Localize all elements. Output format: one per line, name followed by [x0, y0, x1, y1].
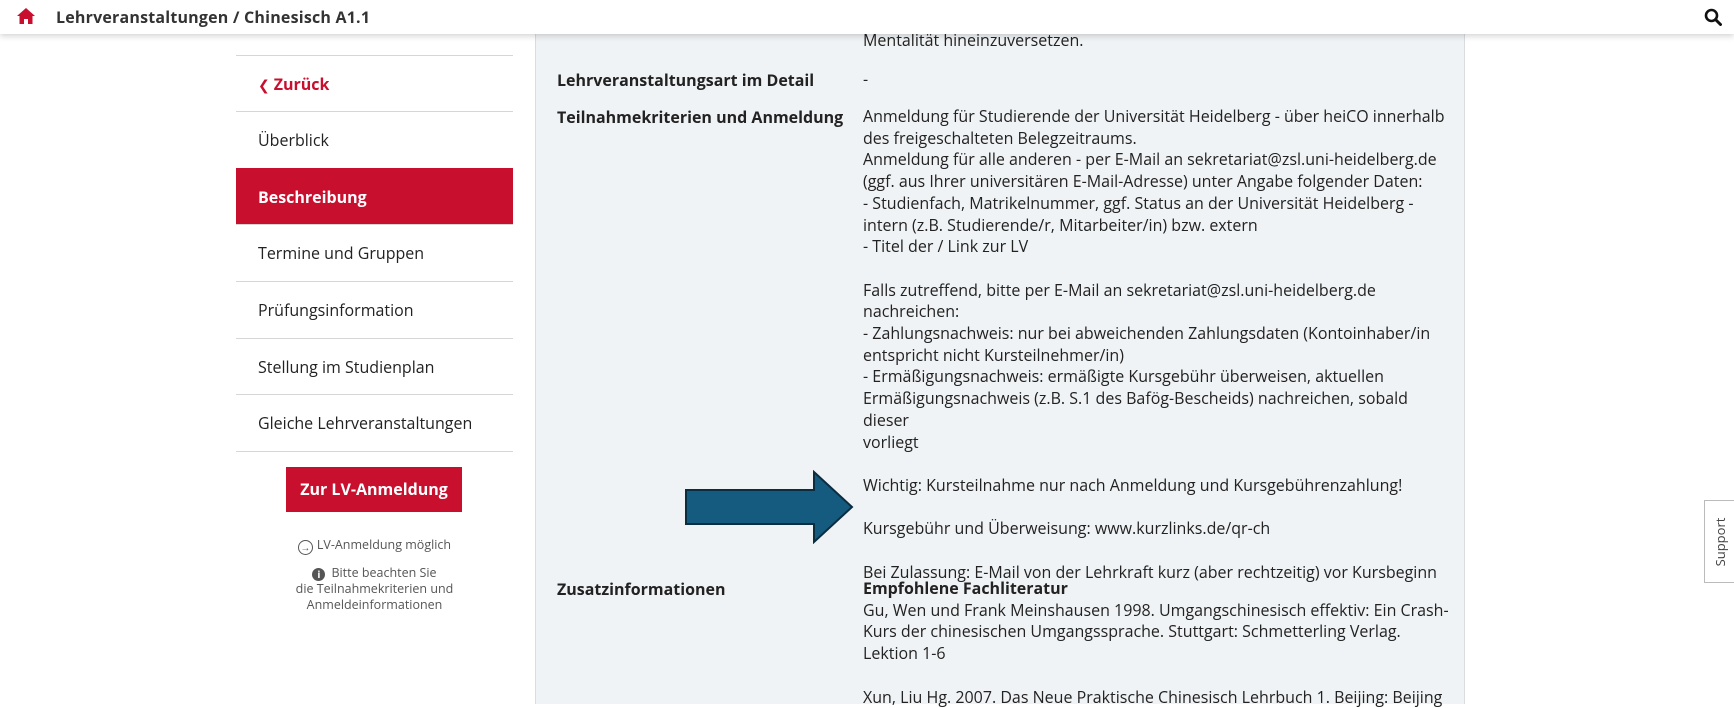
row-label-additional: Zusatzinformationen [557, 578, 726, 600]
arrow-circle-icon: → [298, 540, 313, 555]
literature-line: Xun, Liu Hg. 2007. Das Neue Praktische C… [863, 687, 1453, 708]
participation-line: Anmeldung für Studierende der Universitä… [863, 106, 1453, 128]
participation-line: - Titel der / Link zur LV [863, 236, 1453, 258]
participation-line: Ermäßigungsnachweis (z.B. S.1 des Bafög-… [863, 388, 1453, 431]
participation-line [863, 540, 1453, 562]
participation-line [863, 258, 1453, 280]
sidebar-item-exam-info[interactable]: Prüfungsinformation [236, 281, 513, 337]
sidebar-item-description[interactable]: Beschreibung [236, 168, 513, 224]
participation-line: Anmeldung für alle anderen - per E-Mail … [863, 149, 1453, 171]
sidebar-item-similar-courses[interactable]: Gleiche Lehrveranstaltungen [236, 394, 513, 450]
breadcrumb[interactable]: Lehrveranstaltungen / Chinesisch A1.1 [56, 6, 370, 28]
participation-line: - Ermäßigungsnachweis: ermäßigte Kursgeb… [863, 366, 1453, 388]
registration-note: iBitte beachten Sie die Teilnahmekriteri… [236, 565, 513, 613]
search-icon[interactable] [1704, 8, 1722, 26]
registration-status: → LV-Anmeldung möglich [236, 537, 513, 555]
back-label: Zurück [274, 73, 330, 95]
note-line-2: die Teilnahmekriterien und [296, 580, 454, 597]
back-link[interactable]: ❮Zurück [236, 55, 513, 111]
note-line-1: Bitte beachten Sie [331, 564, 436, 581]
sidebar-item-overview[interactable]: Überblick [236, 111, 513, 167]
course-registration-button[interactable]: Zur LV-Anmeldung [286, 467, 462, 512]
support-label: Support [1711, 517, 1729, 566]
participation-line: vorliegt [863, 432, 1453, 454]
home-icon[interactable] [17, 8, 35, 24]
participation-line: - Zahlungsnachweis: nur bei abweichenden… [863, 323, 1453, 345]
chevron-left-icon: ❮ [258, 76, 270, 95]
row-label-participation: Teilnahmekriterien und Anmeldung [557, 106, 843, 128]
top-bar: Lehrveranstaltungen / Chinesisch A1.1 [0, 0, 1734, 34]
participation-line: intern (z.B. Studierende/r, Mitarbeiter/… [863, 215, 1453, 237]
row-value-type: - [863, 69, 1453, 91]
literature-line: Kurs der chinesischen Umgangssprache. St… [863, 621, 1453, 643]
participation-line: Wichtig: Kursteilnahme nur nach Anmeldun… [863, 475, 1453, 497]
row-value-participation: Anmeldung für Studierende der Universitä… [863, 106, 1453, 583]
literature-heading: Empfohlene Fachliteratur [863, 578, 1453, 600]
row-value-additional: Empfohlene Fachliteratur Gu, Wen und Fra… [863, 578, 1453, 708]
participation-line: nachreichen: [863, 301, 1453, 323]
sidebar-item-curriculum[interactable]: Stellung im Studienplan [236, 338, 513, 394]
literature-line: Gu, Wen und Frank Meinshausen 1998. Umga… [863, 600, 1453, 622]
sidebar-item-dates[interactable]: Termine und Gruppen [236, 224, 513, 280]
participation-line: - Studienfach, Matrikelnummer, ggf. Stat… [863, 193, 1453, 215]
literature-line: Lektion 1-6 [863, 643, 1453, 665]
participation-line [863, 497, 1453, 519]
participation-line: (ggf. aus Ihrer universitären E-Mail-Adr… [863, 171, 1453, 193]
participation-line: entspricht nicht Kursteilnehmer/in) [863, 345, 1453, 367]
participation-line: Falls zutreffend, bitte per E-Mail an se… [863, 280, 1453, 302]
participation-line: Kursgebühr und Überweisung: www.kurzlink… [863, 518, 1453, 540]
registration-possible-text: LV-Anmeldung möglich [317, 536, 451, 553]
sidebar-divider [236, 451, 513, 452]
participation-line [863, 453, 1453, 475]
note-line-3: Anmeldeinformationen [307, 596, 443, 613]
row-label-type: Lehrveranstaltungsart im Detail [557, 69, 814, 91]
literature-line [863, 665, 1453, 687]
participation-line: des freigeschalteten Belegzeitraums. [863, 128, 1453, 150]
arrow-annotation [684, 470, 854, 544]
support-tab[interactable]: Support [1704, 500, 1734, 583]
